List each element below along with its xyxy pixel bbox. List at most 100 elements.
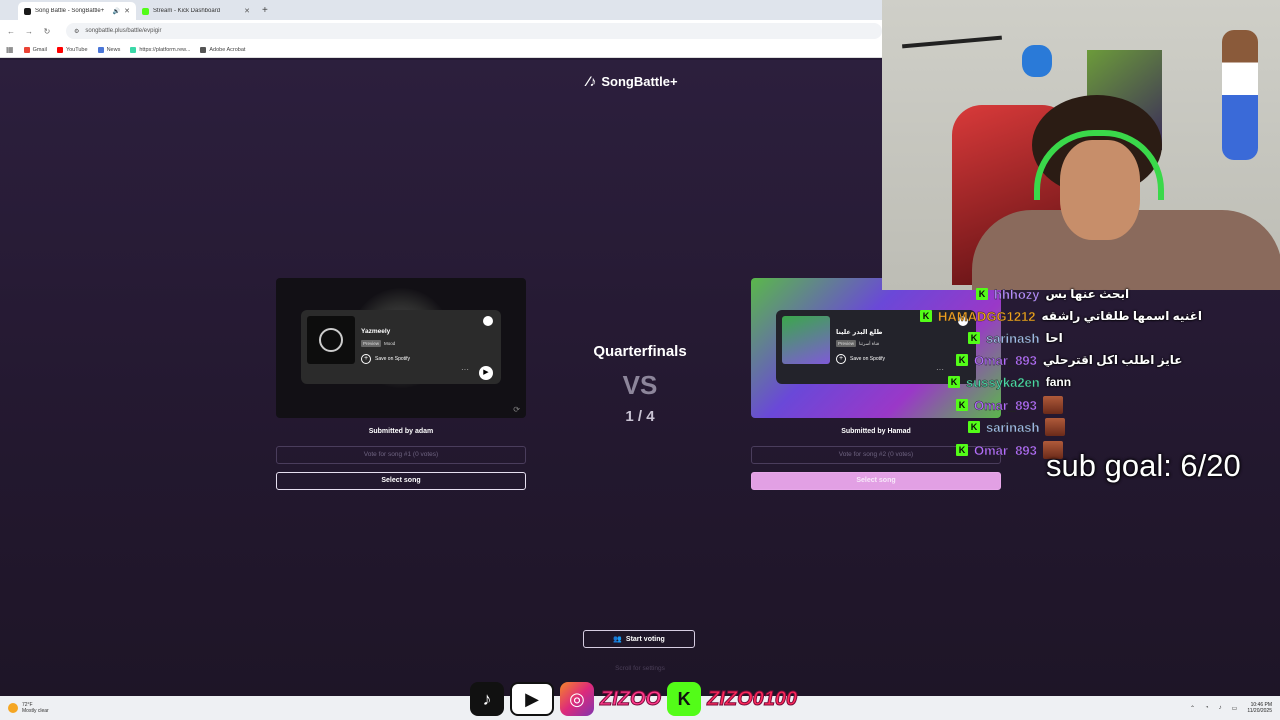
address-bar-row: ← → ↻ ⚙ songbattle.plus/battle/evpigir xyxy=(0,20,882,42)
save-on-spotify[interactable]: + Save on Spotify xyxy=(836,354,885,364)
chat-username: sussyka2en xyxy=(966,374,1040,390)
platform-icon xyxy=(130,46,137,53)
submitted-by-2: Submitted by Hamad xyxy=(841,428,911,435)
webcam-feed xyxy=(882,0,1280,290)
forward-icon[interactable]: → xyxy=(24,27,34,36)
youtube-icon: ▶ xyxy=(510,682,554,716)
new-tab-button[interactable]: + xyxy=(256,2,274,20)
song-meta: Preview قناة أسرتنا xyxy=(836,340,879,347)
close-tab-icon[interactable]: ✕ xyxy=(244,7,250,15)
reload-icon[interactable]: ↻ xyxy=(42,27,52,36)
kick-badge-icon: K xyxy=(976,288,988,300)
kick-favicon-icon xyxy=(142,7,149,15)
chat-text: عايز اطلب اكل اقترحلي xyxy=(1042,353,1183,367)
select-song-1-button[interactable]: Select song xyxy=(276,472,526,490)
chat-username: Omar_893 xyxy=(974,397,1037,413)
kick-badge-icon: K xyxy=(948,376,960,388)
chat-text: اغنيه اسمها طلقاتي راشقه xyxy=(1041,309,1203,323)
song-title: Yazmeely xyxy=(361,328,391,335)
close-tab-icon[interactable]: ✕ xyxy=(124,7,130,15)
song-card-1: Yazmeely Preview Mood + Save on Spotify … xyxy=(276,278,526,418)
youtube-icon xyxy=(56,46,63,53)
emote-icon xyxy=(1042,396,1063,414)
wall-sword xyxy=(902,35,1002,49)
chat-message: K sarinash xyxy=(968,417,1066,437)
instagram-icon: ◎ xyxy=(560,682,594,716)
kick-badge-icon: K xyxy=(968,332,980,344)
artist-name: قناة أسرتنا xyxy=(859,340,879,346)
chat-message: K HAMADGG1212 اغنيه اسمها طلقاتي راشقه xyxy=(920,306,1202,326)
weather-icon xyxy=(8,703,18,713)
site-info-icon[interactable]: ⚙ xyxy=(74,28,79,35)
album-art xyxy=(307,316,355,364)
social-overlay: ♪ ▶ ◎ ZIZOO K ZIZO0100 xyxy=(470,680,798,718)
chat-username: Omar_893 xyxy=(974,352,1037,368)
chevron-up-icon[interactable]: ⌃ xyxy=(1190,705,1195,712)
volume-icon[interactable]: ♪ xyxy=(1219,705,1222,711)
kick-badge-icon: K xyxy=(956,399,968,411)
people-icon: 👥 xyxy=(613,636,622,643)
bookmark-youtube[interactable]: YouTube xyxy=(56,46,88,53)
more-options-icon[interactable]: ··· xyxy=(461,365,469,374)
chat-message: K Omar_893 xyxy=(956,395,1063,415)
tiktok-icon: ♪ xyxy=(470,682,504,716)
preview-badge: Preview xyxy=(361,340,382,347)
instagram-handle: ZIZOO xyxy=(599,687,662,710)
bookmarks-bar: ▦ Gmail YouTube News https://platform.re… xyxy=(0,42,882,58)
battery-icon[interactable]: ▭ xyxy=(1232,705,1238,712)
network-icon[interactable]: ◔ xyxy=(1205,705,1209,711)
tab-title: Song Battle - SongBattle+ xyxy=(35,8,105,14)
adobe-icon xyxy=(200,46,207,53)
chat-message: K Omar_893 عايز اطلب اكل اقترحلي xyxy=(956,350,1182,370)
song-title: طلع البدر علينا xyxy=(836,329,883,336)
chat-message: K hhhozy ابحث عنها بس xyxy=(976,284,1129,304)
bookmark-adobe-acrobat[interactable]: Adobe Acrobat xyxy=(200,46,245,53)
weather-status: Mostly clear xyxy=(22,708,49,714)
chat-message: K sarinash احا xyxy=(968,328,1063,348)
play-button[interactable]: ▶ xyxy=(479,366,493,380)
chat-text: fann xyxy=(1045,375,1072,389)
match-progress: 1 / 4 xyxy=(625,408,655,425)
save-on-spotify[interactable]: + Save on Spotify xyxy=(361,354,410,364)
sub-goal-overlay: sub goal: 6/20 xyxy=(1046,448,1241,483)
back-icon[interactable]: ← xyxy=(6,27,16,36)
add-icon: + xyxy=(836,354,846,364)
select-song-2-button[interactable]: Select song xyxy=(751,472,1001,490)
vote-song-1[interactable]: Vote for song #1 (0 votes) xyxy=(276,446,526,464)
submitted-by-1: Submitted by adam xyxy=(368,428,434,435)
speaker-icon: 🔊 xyxy=(112,8,121,15)
url-field[interactable]: ⚙ songbattle.plus/battle/evpigir xyxy=(66,23,882,39)
tab-kick-dashboard[interactable]: Stream - Kick Dashboard ✕ xyxy=(136,2,256,20)
weather-widget[interactable]: 72°F Mostly clear xyxy=(0,702,49,714)
chat-username: sarinash xyxy=(986,419,1040,435)
bear-decoration xyxy=(1022,45,1052,77)
add-icon: + xyxy=(361,354,371,364)
kick-badge-icon: K xyxy=(956,444,968,456)
scroll-hint: Scroll for settings xyxy=(615,665,665,672)
spotify-icon[interactable] xyxy=(483,316,493,326)
kick-icon: K xyxy=(667,682,702,716)
bookmark-gmail[interactable]: Gmail xyxy=(23,46,47,53)
kick-badge-icon: K xyxy=(956,354,968,366)
spotify-embed-1[interactable]: Yazmeely Preview Mood + Save on Spotify … xyxy=(301,310,501,384)
tab-songbattle[interactable]: Song Battle - SongBattle+ 🔊 ✕ xyxy=(18,2,136,20)
songbattle-logo-icon: ⁄♪ xyxy=(587,73,597,89)
chat-username: sarinash xyxy=(986,330,1040,346)
screen: Song Battle - SongBattle+ 🔊 ✕ Stream - K… xyxy=(0,0,1280,720)
bookmark-platform[interactable]: https://platform.rew... xyxy=(130,46,190,53)
clock[interactable]: 10:46 PM 11/20/2025 xyxy=(1247,702,1272,714)
chat-message: K sussyka2en fann xyxy=(948,372,1071,392)
more-options-icon[interactable]: ··· xyxy=(936,365,944,374)
app-logo[interactable]: ⁄♪ SongBattle+ xyxy=(587,73,678,89)
tab-title: Stream - Kick Dashboard xyxy=(153,8,221,14)
album-art xyxy=(782,316,830,364)
kick-badge-icon: K xyxy=(920,310,932,322)
apps-icon[interactable]: ▦ xyxy=(6,45,14,54)
start-voting-button[interactable]: 👥 Start voting xyxy=(583,630,695,648)
preview-badge: Preview xyxy=(836,340,857,347)
news-icon xyxy=(97,46,104,53)
emote-icon xyxy=(1045,418,1066,436)
gmail-icon xyxy=(23,46,30,53)
bookmark-news[interactable]: News xyxy=(97,46,120,53)
refresh-icon[interactable]: ⟳ xyxy=(513,405,520,414)
